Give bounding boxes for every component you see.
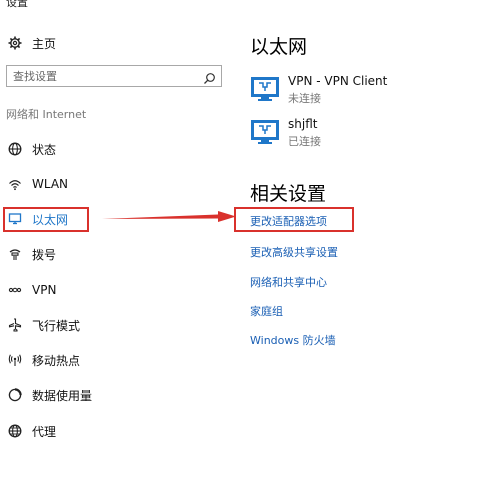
window-title: 设置 xyxy=(6,0,28,9)
link-change-adapter-options[interactable]: 更改适配器选项 xyxy=(250,213,327,229)
sidebar-item-label: 移动热点 xyxy=(32,353,81,368)
connection-shjflt[interactable]: shjflt 已连接 xyxy=(250,117,321,149)
sidebar-item-vpn[interactable]: VPN xyxy=(6,277,226,303)
search-box[interactable] xyxy=(6,65,222,87)
connection-status: 已连接 xyxy=(288,135,321,148)
sidebar-home-label: 主页 xyxy=(32,36,57,51)
sidebar-item-label: WLAN xyxy=(32,177,69,191)
sidebar-item-dialup[interactable]: 拨号 xyxy=(6,241,226,267)
proxy-globe-icon xyxy=(6,422,24,440)
sidebar-item-label: 数据使用量 xyxy=(32,388,93,403)
connection-vpn[interactable]: VPN - VPN Client 未连接 xyxy=(250,74,387,106)
sidebar-item-label: 状态 xyxy=(32,142,57,157)
annotation-arrow xyxy=(102,211,236,222)
sidebar-item-label: 代理 xyxy=(32,424,57,439)
dialup-icon xyxy=(6,245,24,263)
sidebar-item-label: 拨号 xyxy=(32,247,57,262)
link-homegroup[interactable]: 家庭组 xyxy=(250,303,283,319)
sidebar-home[interactable]: 主页 xyxy=(6,30,226,56)
search-input[interactable] xyxy=(7,66,193,86)
wifi-icon xyxy=(6,175,24,193)
sidebar-item-proxy[interactable]: 代理 xyxy=(6,418,226,444)
connection-name: VPN - VPN Client xyxy=(288,74,388,88)
vpn-icon xyxy=(6,281,24,299)
related-settings-title: 相关设置 xyxy=(250,183,327,205)
hotspot-icon xyxy=(6,351,24,369)
globe-icon xyxy=(6,140,24,158)
network-adapter-icon xyxy=(250,74,280,104)
sidebar-item-status[interactable]: 状态 xyxy=(6,136,226,162)
sidebar-item-data-usage[interactable]: 数据使用量 xyxy=(6,382,226,408)
network-adapter-icon xyxy=(250,117,280,147)
link-network-sharing-center[interactable]: 网络和共享中心 xyxy=(250,274,327,290)
connection-status: 未连接 xyxy=(288,92,321,105)
search-icon[interactable] xyxy=(203,70,216,84)
connection-name: shjflt xyxy=(288,117,318,131)
sidebar-item-airplane[interactable]: 飞行模式 xyxy=(6,312,226,338)
link-windows-firewall[interactable]: Windows 防火墙 xyxy=(250,332,336,348)
link-advanced-sharing[interactable]: 更改高级共享设置 xyxy=(250,244,338,260)
page-title: 以太网 xyxy=(250,36,308,58)
annotation-box-ethernet xyxy=(3,207,89,232)
airplane-icon xyxy=(6,316,24,334)
data-usage-icon xyxy=(6,386,24,404)
sidebar-item-hotspot[interactable]: 移动热点 xyxy=(6,347,226,373)
gear-icon xyxy=(6,34,24,52)
sidebar-item-label: 飞行模式 xyxy=(32,318,81,333)
sidebar-item-label: VPN xyxy=(32,283,57,297)
section-label: 网络和 Internet xyxy=(6,108,87,121)
sidebar-item-wlan[interactable]: WLAN xyxy=(6,171,226,197)
